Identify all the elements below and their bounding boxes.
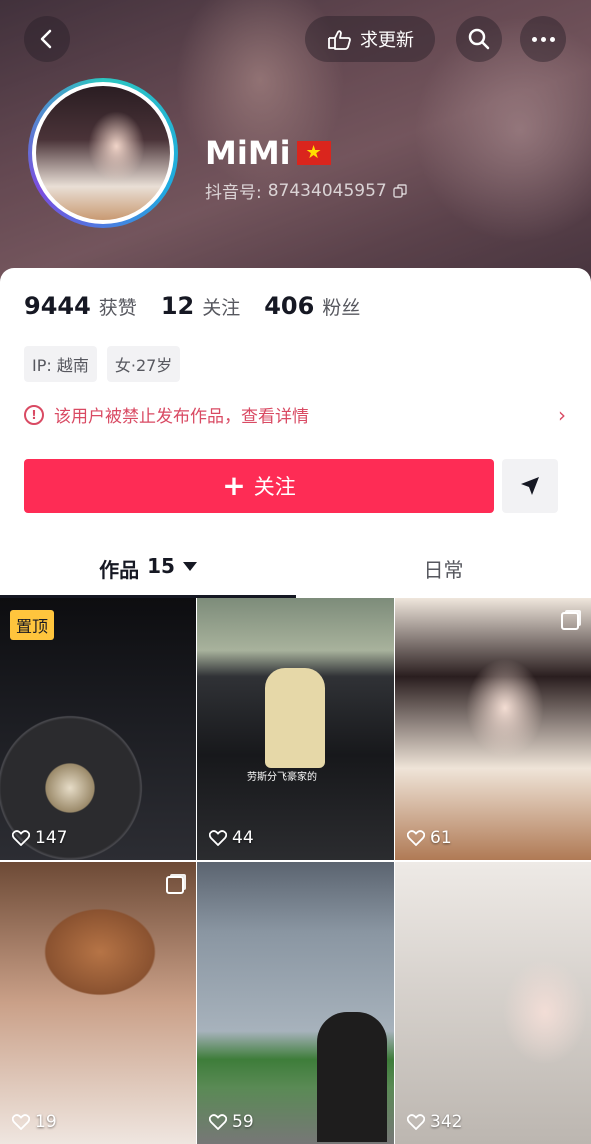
request-update-label: 求更新 — [360, 30, 414, 51]
active-tab-indicator — [0, 595, 296, 598]
search-icon — [468, 28, 490, 50]
tab-works-label: 作品 — [99, 558, 140, 582]
video-thumbnail[interactable]: 59 — [197, 862, 394, 1144]
heart-icon — [407, 830, 425, 846]
video-thumbnail[interactable]: 置顶 147 — [0, 598, 196, 860]
request-update-button[interactable]: 求更新 — [305, 16, 435, 62]
stat-following-label: 关注 — [202, 297, 241, 319]
message-button[interactable] — [502, 459, 558, 513]
video-thumbnail[interactable]: 19 — [0, 862, 196, 1144]
video-thumbnail[interactable]: 342 — [395, 862, 591, 1144]
copy-icon[interactable] — [393, 183, 407, 198]
video-caption: 劳斯分飞豪家的 — [247, 772, 317, 783]
hand-pointing-icon — [328, 30, 351, 50]
vietnam-flag-icon: ★ — [296, 141, 331, 165]
more-button[interactable] — [520, 16, 566, 62]
profile-name: MiMi ★ — [205, 134, 331, 172]
back-button[interactable] — [24, 16, 70, 62]
profile-tags: IP: 越南 女·27岁 — [24, 346, 181, 382]
ban-notice[interactable]: ! 该用户被禁止发布作品，查看详情 › — [24, 402, 566, 427]
ip-location-tag: IP: 越南 — [24, 346, 97, 382]
likes-count: 342 — [430, 1112, 463, 1132]
video-thumbnail[interactable]: 劳斯分飞豪家的 44 — [197, 598, 394, 860]
stat-followers[interactable]: 406 粉丝 — [264, 292, 360, 320]
stat-followers-label: 粉丝 — [322, 297, 361, 319]
ban-notice-text: 该用户被禁止发布作品，查看详情 — [54, 407, 309, 427]
likes-count: 44 — [232, 828, 254, 848]
profile-id[interactable]: 抖音号: 87434045957 — [205, 178, 407, 203]
video-likes: 61 — [407, 828, 452, 848]
video-likes: 59 — [209, 1112, 254, 1132]
send-icon — [521, 477, 539, 495]
tab-works[interactable]: 作品 15 — [0, 554, 296, 583]
stat-followers-value: 406 — [264, 292, 315, 320]
likes-count: 147 — [35, 828, 68, 848]
chevron-right-icon: › — [558, 402, 566, 427]
thumbnail-figure — [317, 1012, 387, 1142]
heart-icon — [209, 830, 227, 846]
stat-following-value: 12 — [160, 292, 195, 320]
stat-likes-value: 9444 — [24, 292, 91, 320]
search-button[interactable] — [456, 16, 502, 62]
chevron-left-icon — [40, 29, 52, 49]
follow-button[interactable]: + 关注 — [24, 459, 494, 513]
stat-following[interactable]: 12 关注 — [161, 292, 240, 320]
tab-works-count: 15 — [147, 554, 175, 578]
gender-age-tag: 女·27岁 — [106, 346, 181, 382]
profile-card: 9444 获赞 12 关注 406 粉丝 IP: 越南 女·27岁 ! 该用户被… — [0, 268, 591, 598]
avatar-photo — [36, 86, 170, 220]
thumbnail-figure — [265, 668, 325, 768]
warning-icon: ! — [24, 404, 44, 425]
stat-likes: 9444 获赞 — [24, 292, 137, 320]
video-likes: 19 — [12, 1112, 57, 1132]
pinned-badge: 置顶 — [10, 610, 55, 640]
profile-name-text: MiMi — [205, 134, 291, 172]
likes-count: 61 — [430, 828, 452, 848]
heart-icon — [407, 1114, 425, 1130]
plus-icon: + — [222, 469, 246, 502]
follow-button-label: 关注 — [253, 475, 296, 499]
video-thumbnail[interactable]: 61 — [395, 598, 591, 860]
profile-id-value: 87434045957 — [267, 180, 387, 201]
tab-daily[interactable]: 日常 — [296, 554, 591, 583]
stat-likes-label: 获赞 — [98, 297, 137, 319]
works-grid: 置顶 147 劳斯分飞豪家的 44 61 19 59 342 — [0, 598, 591, 1144]
likes-count: 19 — [35, 1112, 57, 1132]
heart-icon — [12, 1114, 30, 1130]
multi-image-icon — [561, 612, 579, 630]
video-likes: 147 — [12, 828, 67, 848]
profile-stats: 9444 获赞 12 关注 406 粉丝 — [24, 292, 360, 320]
likes-count: 59 — [232, 1112, 254, 1132]
video-likes: 44 — [209, 828, 254, 848]
multi-image-icon — [166, 876, 184, 894]
caret-down-icon — [182, 562, 197, 571]
video-likes: 342 — [407, 1112, 462, 1132]
avatar[interactable] — [16, 78, 190, 228]
more-dots-icon — [531, 36, 555, 42]
heart-icon — [209, 1114, 227, 1130]
heart-icon — [12, 830, 30, 846]
profile-id-label: 抖音号: — [205, 183, 262, 203]
tab-daily-label: 日常 — [423, 558, 464, 582]
profile-tabs: 作品 15 日常 — [0, 544, 591, 598]
